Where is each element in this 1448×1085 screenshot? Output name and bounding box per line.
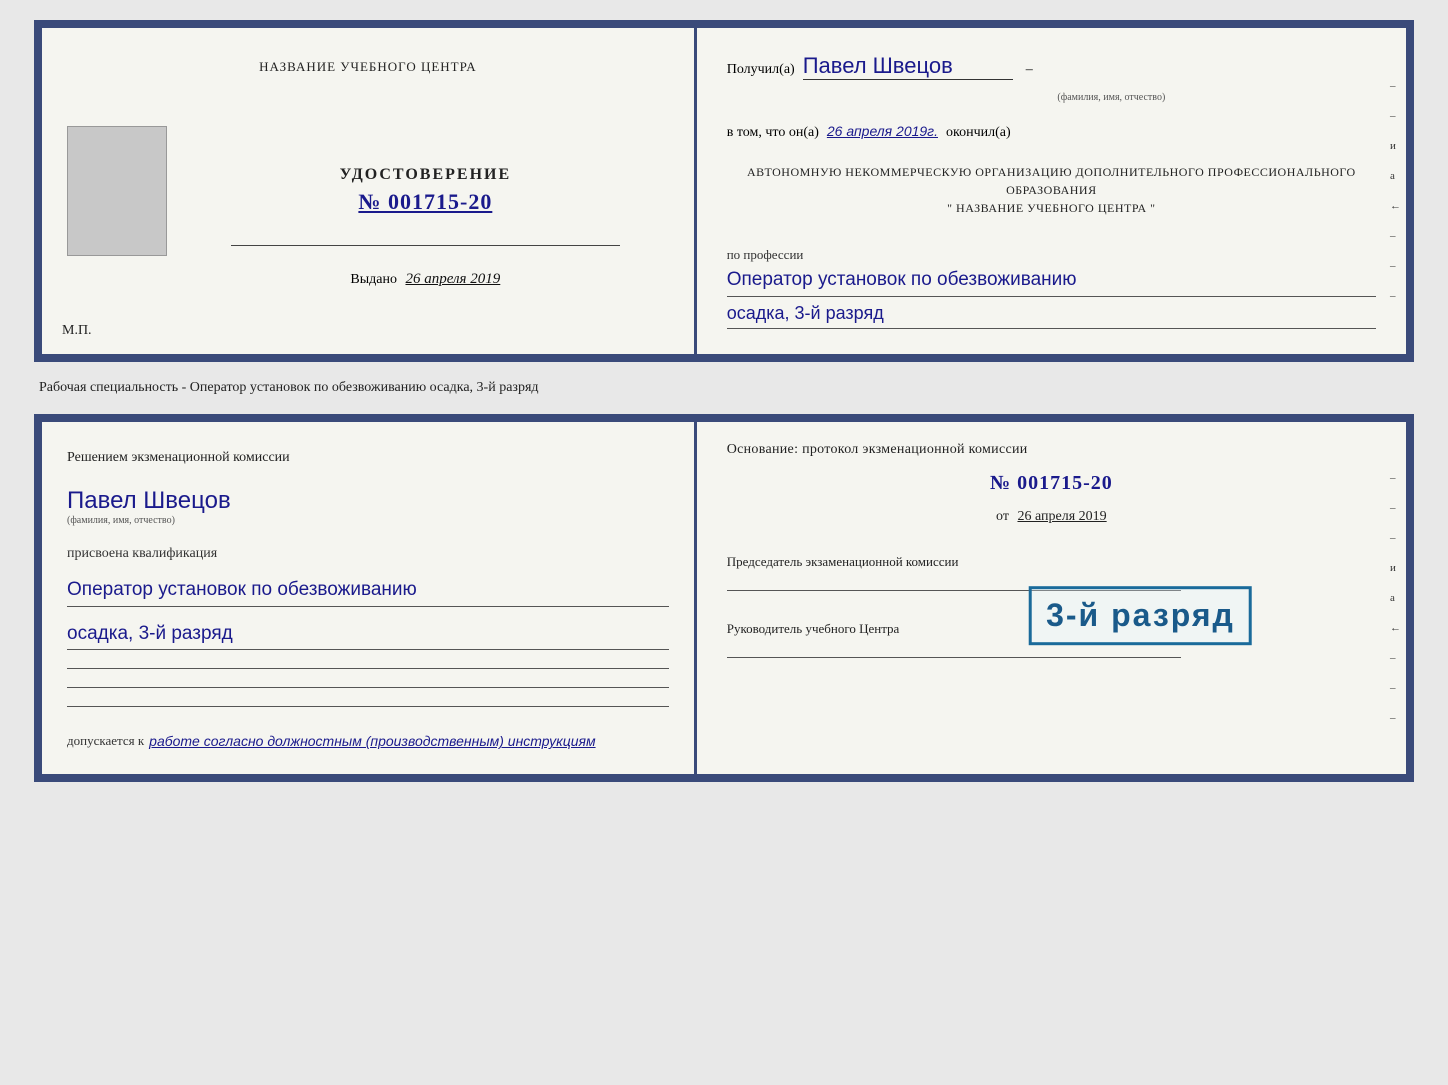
admitted-line: допускается к работе согласно должностны… <box>67 733 669 749</box>
rank-stamp: 3-й разряд <box>1029 586 1252 645</box>
decision-label: Решением экзменационной комиссии <box>67 447 669 469</box>
stamp-text: 3-й разряд <box>1046 597 1235 633</box>
bottom-document: Решением экзменационной комиссии Павел Ш… <box>34 414 1414 783</box>
separator-text: Рабочая специальность - Оператор установ… <box>34 380 1414 396</box>
in-that-line: в том, что он(а) 26 апреля 2019г. окончи… <box>727 123 1376 141</box>
protocol-date: от 26 апреля 2019 <box>727 509 1376 525</box>
profession-label: по профессии <box>727 247 1376 263</box>
recipient-name: Павел Швецов <box>803 53 1013 80</box>
received-line: Получил(а) Павел Швецов – <box>727 53 1376 80</box>
basis-label: Основание: протокол экзменационной комис… <box>727 442 1376 458</box>
issued-line: Выдано 26 апреля 2019 <box>350 271 500 288</box>
profession-rank: осадка, 3-й разряд <box>727 301 1376 329</box>
cert-label: УДОСТОВЕРЕНИЕ <box>340 166 512 184</box>
bottom-name-section: Павел Швецов (фамилия, имя, отчество) <box>67 487 669 526</box>
fio-sublabel: (фамилия, имя, отчество) <box>847 92 1376 103</box>
top-doc-left: НАЗВАНИЕ УЧЕБНОГО ЦЕНТРА УДОСТОВЕРЕНИЕ №… <box>42 28 697 354</box>
photo-placeholder <box>67 126 167 256</box>
profession-value: Оператор установок по обезвоживанию <box>727 267 1376 297</box>
issued-date: 26 апреля 2019 <box>405 271 500 287</box>
bottom-name: Павел Швецов <box>67 487 669 515</box>
top-doc-right: Получил(а) Павел Швецов – (фамилия, имя,… <box>697 28 1406 354</box>
org-block: АВТОНОМНУЮ НЕКОММЕРЧЕСКУЮ ОРГАНИЗАЦИЮ ДО… <box>727 163 1376 217</box>
assigned-label: присвоена квалификация <box>67 546 669 562</box>
mp-label: М.П. <box>62 323 92 339</box>
cert-number: № 001715-20 <box>358 189 492 215</box>
bottom-fio-sublabel: (фамилия, имя, отчество) <box>67 515 669 526</box>
bottom-rank: осадка, 3-й разряд <box>67 621 669 651</box>
bottom-doc-left: Решением экзменационной комиссии Павел Ш… <box>42 422 697 775</box>
completion-date: 26 апреля 2019г. <box>827 123 938 139</box>
top-left-title: НАЗВАНИЕ УЧЕБНОГО ЦЕНТРА <box>259 58 476 76</box>
profession-section: по профессии Оператор установок по обезв… <box>727 239 1376 329</box>
protocol-number: № 001715-20 <box>727 472 1376 495</box>
admitted-value: работе согласно должностным (производств… <box>149 733 595 749</box>
bottom-qualification: Оператор установок по обезвоживанию <box>67 577 669 607</box>
protocol-date-value: 26 апреля 2019 <box>1017 509 1106 524</box>
bottom-right-edge: – – – и а ← – – – <box>1390 472 1401 724</box>
top-document: НАЗВАНИЕ УЧЕБНОГО ЦЕНТРА УДОСТОВЕРЕНИЕ №… <box>34 20 1414 362</box>
right-edge-decoration: – – и а ← – – – <box>1390 80 1401 302</box>
bottom-doc-right: Основание: протокол экзменационной комис… <box>697 422 1406 775</box>
